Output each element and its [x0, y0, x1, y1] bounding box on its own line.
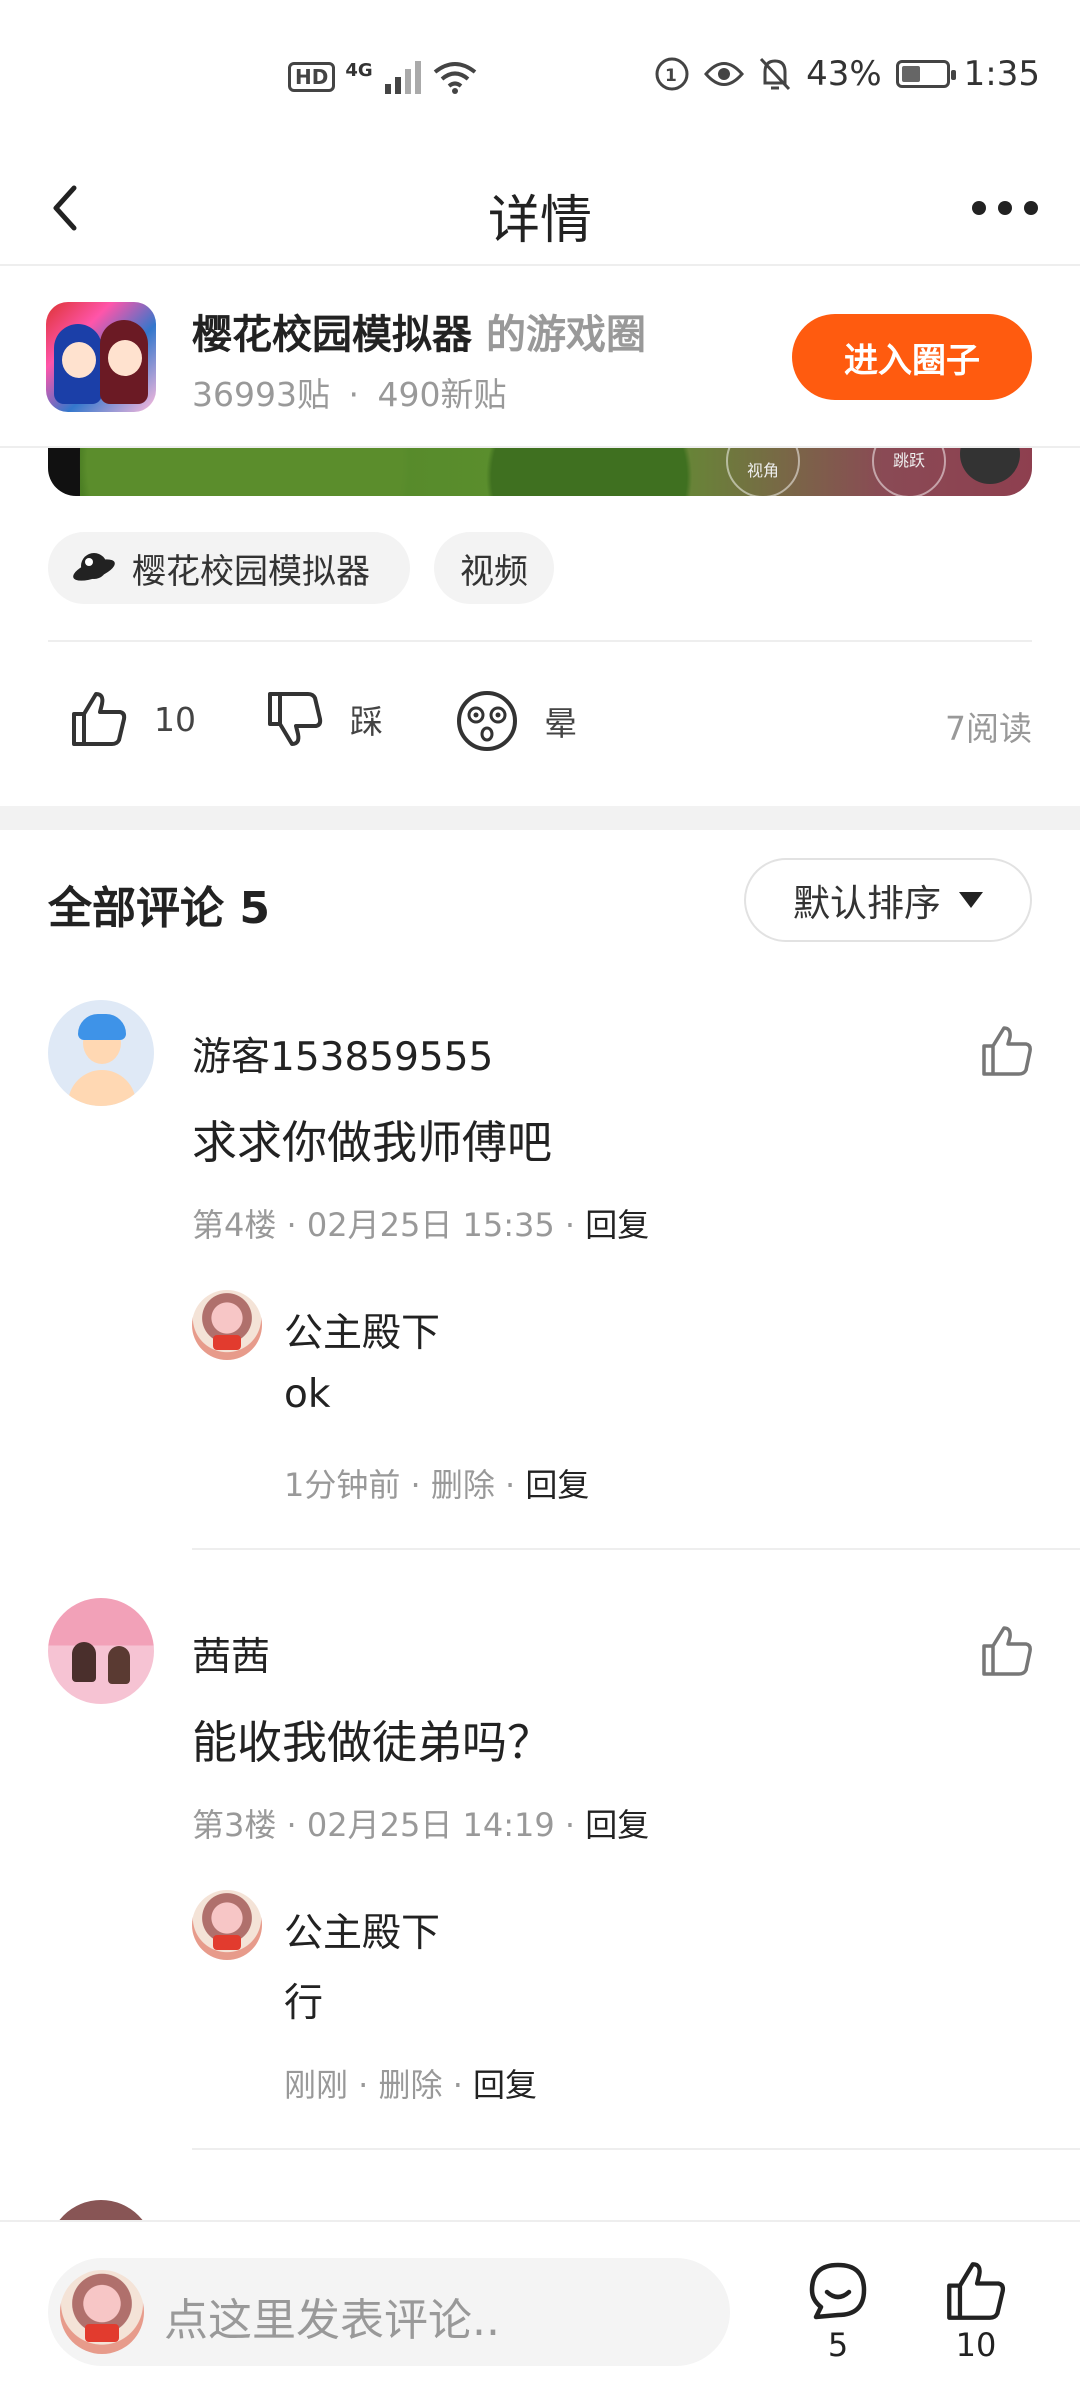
my-avatar — [60, 2270, 144, 2354]
comment-divider — [192, 1548, 1080, 1550]
post-count: 36993贴 — [192, 375, 330, 414]
section-separator — [0, 806, 1080, 830]
battery-percent: 43% — [806, 54, 882, 94]
sort-dropdown[interactable]: 默认排序 — [744, 858, 1032, 942]
comment-username[interactable]: 游客153859555 — [192, 1026, 493, 1082]
circle-suffix: 的游戏圈 — [486, 312, 646, 358]
more-options-icon[interactable] — [972, 190, 1038, 226]
top-nav: 详情 — [0, 150, 1080, 266]
game-control-view: 视角 — [726, 448, 800, 496]
like-count: 10 — [154, 699, 196, 739]
reply-link[interactable]: 回复 — [473, 2066, 537, 2104]
reply-username[interactable]: 公主殿下 — [284, 1302, 440, 1358]
signal-icon — [384, 61, 421, 94]
dislike-label: 踩 — [350, 702, 383, 741]
data-saver-icon: 1 — [655, 57, 689, 91]
like-count: 10 — [955, 2326, 997, 2364]
game-name: 樱花校园模拟器 — [192, 312, 472, 358]
mute-bell-icon — [759, 57, 791, 91]
sort-label: 默认排序 — [793, 882, 941, 925]
reply-text: 行 — [284, 1981, 324, 2026]
comment-text: 求求你做我师傅吧 — [192, 1116, 553, 1169]
game-circle-name[interactable]: 樱花校园模拟器 的游戏圈 — [192, 302, 646, 360]
reply-time-delete: 刚刚 · 删除 · — [284, 2066, 474, 2104]
enter-circle-button[interactable]: 进入圈子 — [792, 314, 1032, 400]
reply-link[interactable]: 回复 — [525, 1466, 589, 1504]
system-status: 1 43% 1:35 — [654, 54, 1040, 94]
avatar[interactable] — [192, 1290, 262, 1360]
comment-placeholder: 点这里发表评论.. — [164, 2295, 500, 2346]
like-action[interactable]: 10 — [70, 690, 196, 748]
comment-divider — [192, 2148, 1080, 2150]
comment-like-icon[interactable] — [980, 1024, 1034, 1078]
game-control-button — [960, 448, 1020, 484]
reply-time-delete: 1分钟前 · 删除 · — [284, 1466, 526, 1504]
tag-label: 视频 — [460, 551, 528, 592]
eye-icon — [704, 62, 745, 86]
comment-count: 5 — [827, 2326, 849, 2364]
read-count: 7阅读 — [945, 709, 1032, 748]
comment-input[interactable]: 点这里发表评论.. — [48, 2258, 730, 2366]
comment-text: 能收我做徒弟吗？ — [192, 1716, 553, 1769]
avatar[interactable] — [48, 1000, 154, 1106]
tag-video[interactable]: 视频 — [434, 532, 554, 604]
dizzy-label: 晕 — [544, 704, 577, 743]
reply-meta: 1分钟前 · 删除 · 回复 — [284, 1460, 589, 1506]
dizzy-face-icon — [457, 691, 517, 751]
comment-username[interactable]: 茜茜 — [192, 1626, 270, 1682]
dizzy-action[interactable]: 晕 — [456, 690, 577, 752]
page-title: 详情 — [487, 191, 592, 251]
dislike-action[interactable]: 踩 — [266, 690, 383, 748]
header-divider — [0, 264, 1080, 266]
comment-bubble-icon — [809, 2262, 867, 2320]
network-status: HD 4G — [288, 60, 477, 94]
game-app-icon[interactable] — [46, 302, 156, 412]
svg-text:1: 1 — [665, 66, 677, 86]
game-control-jump: 跳跃 — [872, 448, 946, 496]
comment-meta: 第3楼 · 02月25日 14:19 · 回复 — [192, 1800, 649, 1846]
comment-meta: 第4楼 · 02月25日 15:35 · 回复 — [192, 1200, 649, 1246]
stats-separator: · — [348, 375, 359, 414]
tags-divider — [48, 640, 1032, 642]
thumbs-up-icon — [947, 2262, 1006, 2320]
caret-down-icon — [959, 892, 983, 908]
like-button[interactable]: 10 — [936, 2260, 1016, 2364]
new-post-count: 490新贴 — [377, 375, 507, 414]
reply-link[interactable]: 回复 — [585, 1806, 649, 1844]
status-bar: HD 4G 1 43% 1:35 — [0, 0, 1080, 150]
bottom-comment-bar: 点这里发表评论.. 5 10 — [0, 2220, 1080, 2402]
reply-meta: 刚刚 · 删除 · 回复 — [284, 2060, 537, 2106]
battery-icon — [895, 60, 956, 88]
thumbs-down-icon — [268, 692, 323, 746]
battery-level — [901, 66, 920, 82]
comment-floor-time: 第3楼 · 02月25日 14:19 · — [192, 1806, 586, 1844]
wifi-icon — [433, 62, 476, 94]
thumbs-up-icon — [72, 692, 127, 746]
comments-title: 全部评论 5 — [48, 883, 270, 934]
clock: 1:35 — [963, 54, 1040, 94]
game-planet-icon — [73, 553, 115, 581]
comment-like-icon[interactable] — [980, 1624, 1034, 1678]
comments-button[interactable]: 5 — [798, 2260, 878, 2364]
video-thumbnail[interactable]: 视角 跳跃 — [48, 448, 1032, 496]
avatar[interactable] — [192, 1890, 262, 1960]
comment-floor-time: 第4楼 · 02月25日 15:35 · — [192, 1206, 586, 1244]
reply-username[interactable]: 公主殿下 — [284, 1902, 440, 1958]
avatar[interactable] — [48, 1598, 154, 1704]
tag-game[interactable]: 樱花校园模拟器 — [48, 532, 410, 604]
network-type: 4G — [345, 59, 373, 81]
hd-badge: HD — [288, 62, 336, 92]
circle-stats: 36993贴 · 490新贴 — [192, 368, 506, 416]
tag-label: 樱花校园模拟器 — [132, 551, 370, 592]
reply-link[interactable]: 回复 — [585, 1206, 649, 1244]
reply-text: ok — [284, 1372, 331, 1417]
